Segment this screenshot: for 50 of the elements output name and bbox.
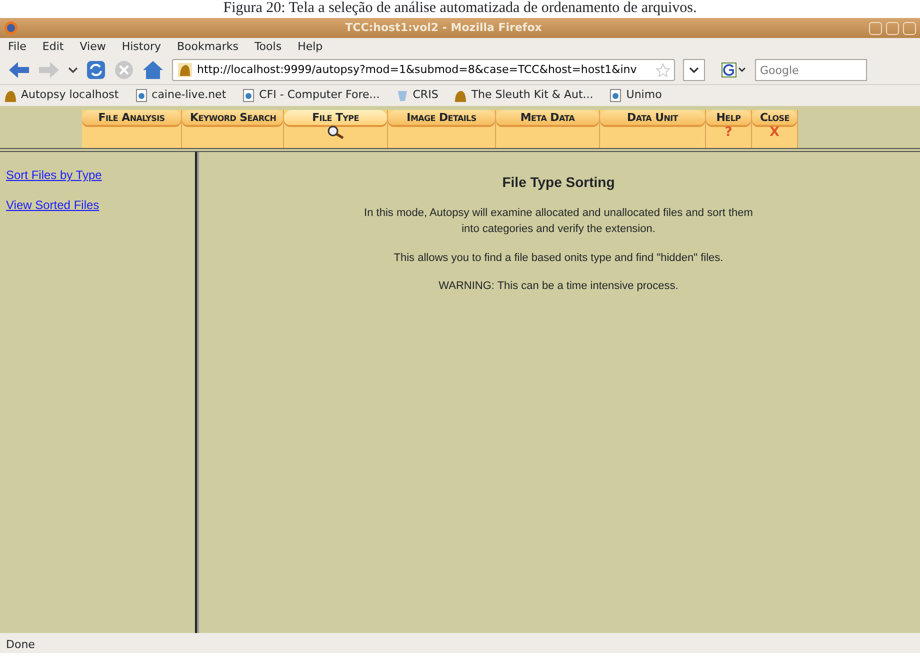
nav-tab[interactable]: Close (752, 110, 797, 125)
nav-tab[interactable]: Help (706, 110, 751, 125)
minimize-button[interactable] (869, 22, 882, 34)
reload-icon[interactable] (86, 60, 106, 80)
dropdown-icon[interactable] (683, 59, 705, 81)
nav-tab[interactable]: Data Unit (600, 110, 705, 125)
bookmark[interactable]: caine-live.net (134, 87, 226, 104)
dropdown-icon[interactable] (68, 66, 78, 74)
page-icon (242, 89, 256, 102)
page-heading: File Type Sorting (501, 174, 616, 191)
description-text: WARNING: This can be a time intensive process. (438, 279, 680, 294)
nav-tab[interactable]: Keyword Search (182, 110, 283, 125)
nav-tab[interactable]: File Type (284, 110, 387, 125)
bookmark[interactable]: The Sleuth Kit & Aut... (454, 87, 594, 104)
forward-icon[interactable] (38, 61, 60, 79)
bookmark[interactable]: CRIS (396, 87, 438, 104)
bookmark[interactable]: Autopsy localhost (4, 87, 119, 104)
menu-item[interactable]: History (122, 38, 161, 56)
google-icon[interactable] (721, 62, 747, 78)
stop-icon[interactable] (114, 60, 134, 80)
description-text: This allows you to find a file based onits type and find "hidden" files. (392, 250, 724, 266)
sidebar-link[interactable]: View Sorted Files (6, 196, 100, 214)
help-icon: ? (724, 125, 732, 141)
window-title: TCC:host1:vol2 - Mozilla Firefox (344, 20, 543, 36)
description-text: In this mode, Autopsy will examine allocated and unallocated files and sort them into categories and verify the extension. (363, 206, 754, 238)
page-icon (134, 89, 148, 102)
search-field[interactable]: Google (755, 59, 867, 81)
status-text: Done (0, 633, 920, 653)
menu-item[interactable]: Help (298, 38, 323, 56)
bookmark[interactable]: Unimo (609, 87, 662, 104)
menu-item[interactable]: Tools (254, 38, 282, 56)
menu-item[interactable]: View (80, 38, 106, 56)
search-icon (326, 125, 346, 139)
star-icon[interactable] (656, 63, 670, 77)
menu-item[interactable]: Edit (42, 38, 64, 56)
menu-item[interactable]: File (8, 38, 26, 56)
home-icon[interactable] (142, 60, 164, 80)
nav-tab[interactable]: Image Details (388, 110, 495, 125)
bookmark[interactable]: CFI - Computer Fore... (242, 87, 380, 104)
close-icon: X (769, 125, 780, 141)
back-icon[interactable] (8, 61, 30, 79)
menu-item[interactable]: Bookmarks (176, 38, 238, 56)
nav-tab[interactable]: File Analysis (82, 110, 181, 125)
maximize-button[interactable] (886, 22, 899, 34)
page-icon (609, 89, 622, 102)
sidebar-link[interactable]: Sort Files by Type (6, 166, 102, 184)
address-field[interactable]: http://localhost:9999/autopsy?mod=1&submod=8&case=TCC&host=host1&inv (172, 59, 675, 81)
nav-tab[interactable]: Meta Data (496, 110, 599, 125)
figure-caption: Figura 20: Tela a seleção de análise automatizada de ordenamento de arquivos. (223, 0, 697, 18)
close-button[interactable] (903, 22, 916, 34)
